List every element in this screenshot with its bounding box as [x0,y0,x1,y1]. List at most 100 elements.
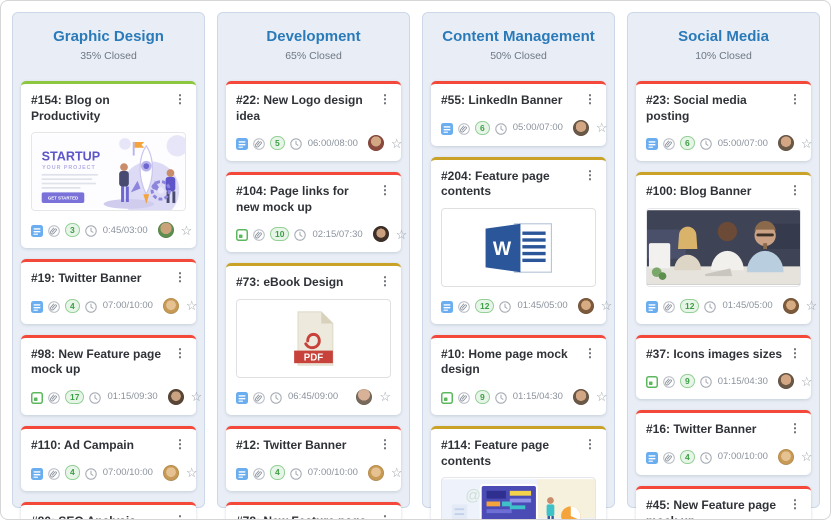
task-type-blue-icon [646,451,658,464]
card-menu-button[interactable]: ⋮ [786,184,804,196]
time-logged-label: 07:00/10:00 [102,300,153,312]
star-icon[interactable]: ☆ [801,450,813,463]
task-card[interactable]: #73: eBook Design ⋮ PDF 06:45/09:00 ☆ [226,263,401,415]
comment-count-badge: 4 [270,465,285,480]
card-header: #100: Blog Banner ⋮ [636,175,811,200]
task-card[interactable]: #114: Feature page contents⋮@1201:45/05:… [431,425,606,519]
card-menu-button[interactable]: ⋮ [786,347,804,359]
card-menu-button[interactable]: ⋮ [786,93,804,105]
star-icon[interactable]: ☆ [391,137,403,150]
task-card[interactable]: #23: Social media posting ⋮ 6 05:00/07:00 ☆ [636,81,813,162]
card-attachment-startup-image: STARTUP YOUR PROJECT GET STARTED [31,132,186,212]
task-card[interactable]: #37: Icons images sizes ⋮ 9 01:15/04:30 ☆ [636,334,813,400]
card-title: #23: Social media posting [646,93,747,123]
star-icon[interactable]: ☆ [186,466,198,479]
clock-icon [699,137,712,150]
clock-icon [494,391,507,404]
svg-text:@: @ [465,488,481,505]
clock-icon [699,451,712,464]
card-menu-button[interactable]: ⋮ [376,438,394,450]
assignee-avatar [777,373,794,390]
star-icon[interactable]: ☆ [801,137,813,150]
task-card[interactable]: #19: Twitter Banner ⋮ 4 07:00/10:00 ☆ [21,259,198,324]
card-menu-button[interactable]: ⋮ [376,514,394,519]
assignee-avatar [577,297,594,314]
task-card[interactable]: #110: Ad Campain ⋮ 4 07:00/10:00 ☆ [21,425,198,491]
card-menu-button[interactable]: ⋮ [786,422,804,434]
time-logged-label: 01:15/04:30 [512,391,563,403]
task-card[interactable]: #204: Feature page contents ⋮ W 12 01:45/05:… [431,156,612,324]
task-type-green-icon [646,375,658,389]
star-icon[interactable]: ☆ [396,228,408,241]
card-title: #22: New Logo design idea [236,93,363,123]
paperclip-icon [253,467,265,480]
card-title: #114: Feature page contents [441,437,550,468]
card-menu-button[interactable]: ⋮ [786,498,804,510]
task-card[interactable]: #16: Twitter Banner ⋮ 4 07:00/10:00 ☆ [636,410,813,475]
task-card[interactable]: #78: New Feature page mock up⋮1701:15/09… [226,501,401,519]
time-logged-label: 05:00/07:00 [512,122,563,134]
star-icon[interactable]: ☆ [806,299,818,312]
task-type-blue-icon [236,391,248,404]
card-menu-button[interactable]: ⋮ [171,438,189,450]
card-menu-button[interactable]: ⋮ [171,347,189,359]
paperclip-icon [663,451,675,464]
task-card[interactable]: #98: New Feature page mock up ⋮ 17 01:15/09… [21,334,202,415]
star-icon[interactable]: ☆ [801,375,813,388]
time-logged-label: 01:15/04:30 [717,375,768,387]
time-logged-label: 07:00/10:00 [102,467,153,479]
card-menu-button[interactable]: ⋮ [581,438,599,450]
column-title: Social Media [678,28,769,45]
card-header: #80: SEO Analysis ⋮ [21,505,196,519]
clock-icon [699,375,712,389]
star-icon[interactable]: ☆ [181,224,193,237]
assignee-avatar [367,135,384,152]
card-attachment-word-image: W [441,207,596,287]
task-card[interactable]: #80: SEO Analysis⋮1701:15/09:30☆ [21,501,196,519]
task-card[interactable]: #104: Page links for new mock up ⋮ 10 02:15… [226,172,407,253]
card-header: #104: Page links for new mock up ⋮ [226,175,401,215]
task-type-blue-icon [236,467,248,480]
star-icon[interactable]: ☆ [191,390,203,403]
star-icon[interactable]: ☆ [601,299,613,312]
time-logged-label: 01:45/05:00 [722,300,773,312]
task-type-blue-icon [31,224,43,238]
assignee-avatar [777,135,794,152]
star-icon[interactable]: ☆ [186,299,198,312]
card-menu-button[interactable]: ⋮ [171,514,189,519]
card-title: #37: Icons images sizes [646,346,783,361]
card-title: #55: LinkedIn Banner [441,93,563,107]
paperclip-icon [663,375,675,389]
star-icon[interactable]: ☆ [379,390,391,403]
task-card[interactable]: #55: LinkedIn Banner ⋮ 6 05:00/07:00 ☆ [431,81,608,146]
time-logged-label: 01:15/09:30 [107,391,158,403]
star-icon[interactable]: ☆ [596,390,608,403]
card-title: #104: Page links for new mock up [236,184,349,214]
column-title: Development [266,28,361,45]
card-menu-button[interactable]: ⋮ [581,169,599,181]
card-menu-button[interactable]: ⋮ [376,275,394,287]
card-header: #73: eBook Design ⋮ [226,266,401,291]
card-menu-button[interactable]: ⋮ [376,184,394,196]
card-menu-button[interactable]: ⋮ [581,93,599,105]
star-icon[interactable]: ☆ [596,121,608,134]
card-menu-button[interactable]: ⋮ [171,93,189,105]
card-footer: 4 07:00/10:00 ☆ [226,454,403,491]
task-card[interactable]: #154: Blog on Productivity ⋮ STARTUP YOUR P… [21,81,196,249]
star-icon[interactable]: ☆ [391,466,403,479]
task-card[interactable]: #22: New Logo design idea ⋮ 5 06:00/08:00 ☆ [226,81,403,162]
card-menu-button[interactable]: ⋮ [581,347,599,359]
task-card[interactable]: #100: Blog Banner ⋮ 12 01:45/05:00 ☆ [636,172,817,324]
clock-icon [499,300,512,313]
task-card[interactable]: #10: Home page mock design ⋮ 9 01:15/04:30 ☆ [431,334,608,415]
task-card[interactable]: #45: New Feature page mock up⋮1701:15/09… [636,485,811,519]
card-header: #55: LinkedIn Banner ⋮ [431,84,606,109]
time-logged-label: 05:00/07:00 [717,137,768,149]
card-header: #19: Twitter Banner ⋮ [21,262,196,287]
card-menu-button[interactable]: ⋮ [376,93,394,105]
assignee-avatar [777,448,794,465]
card-menu-button[interactable]: ⋮ [171,271,189,283]
card-title: #10: Home page mock design [441,346,568,377]
clock-icon [704,300,717,313]
task-card[interactable]: #12: Twitter Banner ⋮ 4 07:00/10:00 ☆ [226,425,403,491]
